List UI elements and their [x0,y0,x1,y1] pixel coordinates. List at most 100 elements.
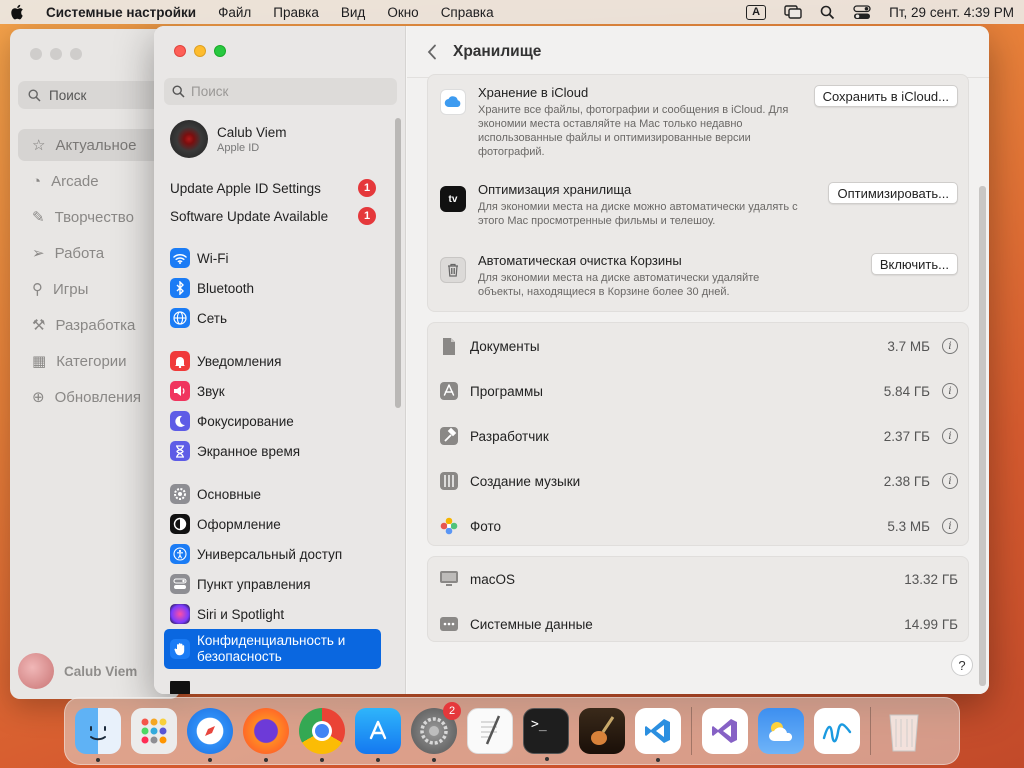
sidebar-search-input[interactable]: Поиск [164,78,397,105]
sidebar-item-label: Сеть [197,310,228,326]
hammer-icon [438,425,460,447]
storage-row-size: 13.32 ГБ [904,571,958,587]
running-indicator [656,758,660,762]
sidebar-item-network[interactable]: Сеть [164,304,381,332]
control-center-icon[interactable] [853,4,871,20]
zoom-button[interactable] [214,45,226,57]
control-center-icon [170,574,190,594]
storage-row-music-creation[interactable]: Создание музыки 2.38 ГБ i [438,466,958,496]
sidebar-divider [164,338,382,339]
sidebar-item-partial[interactable] [164,681,381,694]
system-settings-icon[interactable]: 2 [411,702,461,762]
sidebar: Поиск Calub Viem Apple ID Update Apple ID… [154,26,406,694]
garageband-icon[interactable] [579,708,625,754]
ellipsis-icon [438,613,460,635]
menu-file[interactable]: Файл [218,5,251,20]
menu-edit[interactable]: Правка [273,5,319,20]
sidebar-item-focus[interactable]: Фокусирование [164,407,381,435]
info-icon[interactable]: i [942,383,958,399]
notification-update-apple-id[interactable]: Update Apple ID Settings 1 [170,179,376,197]
running-indicator [376,758,380,762]
close-button[interactable] [174,45,186,57]
gear-icon [170,484,190,504]
help-button[interactable]: ? [951,654,973,676]
storage-row-size: 3.7 МБ [887,338,930,354]
wifi-icon [170,248,190,268]
storage-row-size: 5.84 ГБ [883,383,930,399]
clock-datetime[interactable]: Пт, 29 сент. 4:39 PM [889,5,1014,20]
visual-studio-icon[interactable] [702,708,748,754]
menu-view[interactable]: Вид [341,5,365,20]
storage-row-photos[interactable]: Фото 5.3 МБ i [438,511,958,541]
vscode-icon[interactable] [635,708,681,762]
firefox-icon[interactable] [243,708,289,762]
sidebar-item-siri-spotlight[interactable]: Siri и Spotlight [164,600,381,628]
terminal-icon[interactable]: >_ [523,708,569,761]
bg-user-account[interactable]: Calub Viem [18,653,137,689]
freeform-icon[interactable] [814,708,860,754]
minimize-button[interactable] [194,45,206,57]
input-source-icon[interactable]: A [746,4,767,20]
avatar [18,653,54,689]
textedit-icon[interactable] [467,708,513,754]
spotlight-search-icon[interactable] [820,5,835,20]
notification-software-update[interactable]: Software Update Available 1 [170,207,376,225]
bg-zoom-button[interactable] [70,48,82,60]
sidebar-item-notifications[interactable]: Уведомления [164,347,381,375]
search-icon [28,88,41,102]
bg-nav-label: Актуальное [55,136,137,154]
bg-minimize-button[interactable] [50,48,62,60]
info-icon[interactable]: i [942,338,958,354]
enable-button[interactable]: Включить... [870,253,958,275]
hourglass-icon [170,441,190,461]
photos-icon [438,515,460,537]
chrome-icon[interactable] [299,708,345,762]
menu-help[interactable]: Справка [441,5,494,20]
menu-window[interactable]: Окно [387,5,418,20]
storage-row-documents[interactable]: Документы 3.7 МБ i [438,331,958,361]
sidebar-item-control-center[interactable]: Пункт управления [164,570,381,598]
store-in-icloud-button[interactable]: Сохранить в iCloud... [813,85,958,107]
trash-icon[interactable] [881,708,927,754]
storage-categories-card: Документы 3.7 МБ i Программы 5.84 ГБ i Разра… [427,322,969,546]
moon-icon [170,411,190,431]
app-store-icon[interactable] [355,708,401,762]
content-scrollbar[interactable] [979,186,986,686]
screen-mirroring-icon[interactable] [784,5,802,19]
apple-menu-icon[interactable] [10,4,24,20]
input-source-label: A [752,6,761,18]
recommendation-title: Автоматическая очистка Корзины [478,253,682,268]
sidebar-item-label: Wi-Fi [197,250,229,266]
sidebar-item-privacy-security[interactable]: Конфиденциальность и безопасность [164,629,381,669]
safari-icon[interactable] [187,708,233,762]
sidebar-item-sound[interactable]: Звук [164,377,381,405]
sidebar-item-general[interactable]: Основные [164,480,381,508]
storage-row-developer[interactable]: Разработчик 2.37 ГБ i [438,421,958,451]
weather-icon[interactable] [758,708,804,754]
sidebar-item-bluetooth[interactable]: Bluetooth [164,274,381,302]
back-chevron-icon[interactable] [427,44,437,60]
info-icon[interactable]: i [942,428,958,444]
finder-icon[interactable] [75,708,121,762]
launchpad-icon[interactable] [131,708,177,754]
recommendation-optimize: tv Оптимизация хранилища Для экономии ме… [440,182,958,232]
avatar [170,120,208,158]
hammer-icon: ⚒ [32,317,46,334]
sidebar-item-appearance[interactable]: Оформление [164,510,381,538]
profile-name: Calub Viem [217,124,287,140]
bg-close-button[interactable] [30,48,42,60]
menu-app-name[interactable]: Системные настройки [46,5,196,20]
document-icon [438,335,460,357]
storage-row-applications[interactable]: Программы 5.84 ГБ i [438,376,958,406]
recommendations-card: Хранение в iCloud Храните все файлы, фот… [427,74,969,312]
sidebar-scrollbar[interactable] [395,118,401,408]
info-icon[interactable]: i [942,473,958,489]
optimize-button[interactable]: Оптимизировать... [828,182,958,204]
apple-id-profile[interactable]: Calub Viem Apple ID [170,120,287,158]
sidebar-item-label: Звук [197,383,225,399]
sidebar-item-wifi[interactable]: Wi-Fi [164,244,381,272]
info-icon[interactable]: i [942,518,958,534]
sidebar-item-label: Фокусирование [197,413,294,429]
sidebar-item-accessibility[interactable]: Универсальный доступ [164,540,381,568]
sidebar-item-screen-time[interactable]: Экранное время [164,437,381,465]
